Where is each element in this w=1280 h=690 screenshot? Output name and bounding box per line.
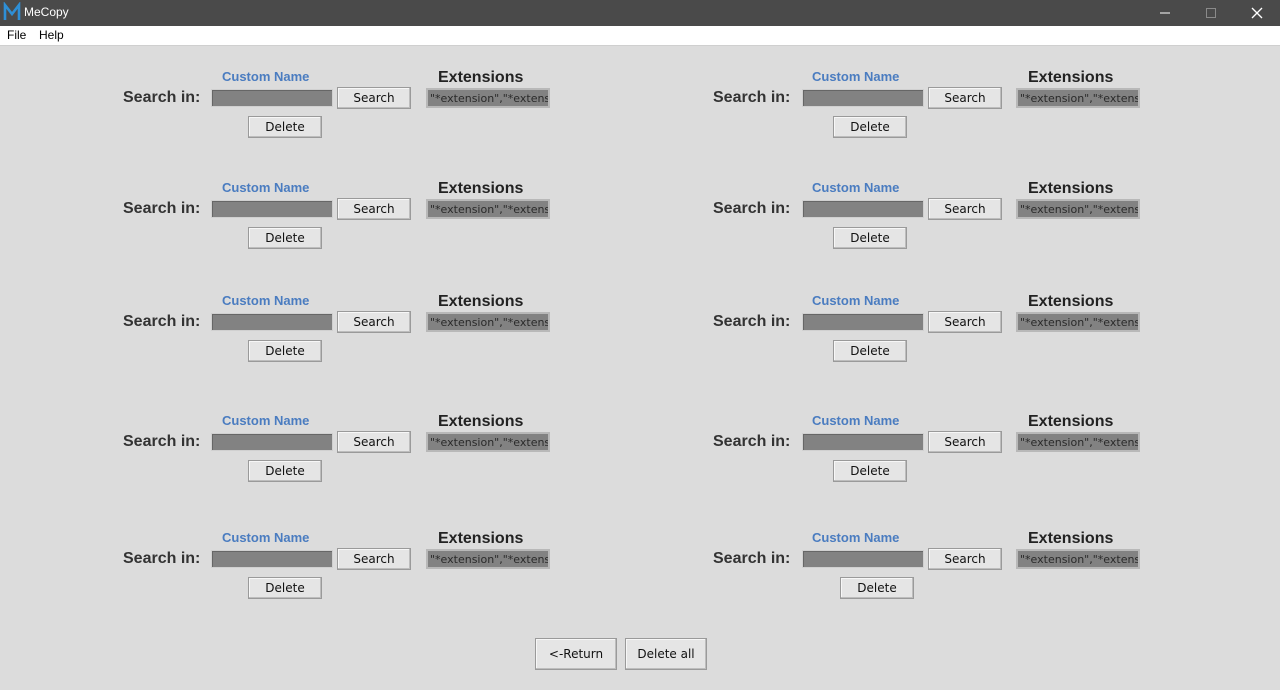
- custom-name-label[interactable]: Custom Name: [812, 413, 899, 428]
- delete-button[interactable]: Delete: [833, 460, 907, 482]
- extensions-input[interactable]: [426, 549, 550, 569]
- delete-button[interactable]: Delete: [248, 227, 322, 249]
- search-button[interactable]: Search: [337, 431, 411, 453]
- custom-name-label[interactable]: Custom Name: [812, 180, 899, 195]
- extensions-input[interactable]: [1016, 312, 1140, 332]
- search-path-input[interactable]: [211, 200, 333, 218]
- extensions-label: Extensions: [1028, 69, 1114, 86]
- window-title: MeCopy: [24, 5, 69, 19]
- extensions-input[interactable]: [426, 88, 550, 108]
- delete-button[interactable]: Delete: [833, 227, 907, 249]
- custom-name-label[interactable]: Custom Name: [812, 293, 899, 308]
- custom-name-label[interactable]: Custom Name: [812, 530, 899, 545]
- extensions-input[interactable]: [426, 432, 550, 452]
- search-path-input[interactable]: [211, 89, 333, 107]
- maximize-icon: [1206, 8, 1216, 18]
- search-button[interactable]: Search: [928, 87, 1002, 109]
- search-button[interactable]: Search: [337, 198, 411, 220]
- close-button[interactable]: [1234, 0, 1280, 26]
- search-button[interactable]: Search: [337, 548, 411, 570]
- delete-button[interactable]: Delete: [840, 577, 914, 599]
- search-in-label: Search in:: [713, 89, 791, 106]
- close-icon: [1251, 7, 1263, 19]
- search-in-label: Search in:: [713, 313, 791, 330]
- search-button[interactable]: Search: [337, 87, 411, 109]
- custom-name-label[interactable]: Custom Name: [222, 180, 309, 195]
- search-button[interactable]: Search: [337, 311, 411, 333]
- maximize-button[interactable]: [1188, 0, 1234, 26]
- search-path-input[interactable]: [211, 313, 333, 331]
- extensions-label: Extensions: [1028, 413, 1114, 430]
- search-path-input[interactable]: [802, 313, 924, 331]
- search-in-label: Search in:: [123, 313, 201, 330]
- minimize-icon: [1160, 12, 1170, 14]
- search-button[interactable]: Search: [928, 548, 1002, 570]
- custom-name-label[interactable]: Custom Name: [812, 69, 899, 84]
- search-button[interactable]: Search: [928, 198, 1002, 220]
- extensions-input[interactable]: [426, 312, 550, 332]
- return-button[interactable]: <-Return: [535, 638, 617, 670]
- search-in-label: Search in:: [123, 433, 201, 450]
- menu-bar: File Help: [0, 26, 1280, 46]
- extensions-label: Extensions: [438, 413, 524, 430]
- extensions-label: Extensions: [438, 293, 524, 310]
- search-in-label: Search in:: [713, 200, 791, 217]
- menu-file[interactable]: File: [7, 28, 26, 42]
- search-path-input[interactable]: [211, 433, 333, 451]
- extensions-label: Extensions: [1028, 293, 1114, 310]
- delete-button[interactable]: Delete: [833, 340, 907, 362]
- mecopy-logo-icon: [3, 2, 21, 20]
- extensions-label: Extensions: [438, 69, 524, 86]
- search-button[interactable]: Search: [928, 431, 1002, 453]
- search-path-input[interactable]: [802, 200, 924, 218]
- extensions-label: Extensions: [1028, 180, 1114, 197]
- extensions-input[interactable]: [1016, 549, 1140, 569]
- custom-name-label[interactable]: Custom Name: [222, 69, 309, 84]
- extensions-input[interactable]: [1016, 199, 1140, 219]
- custom-name-label[interactable]: Custom Name: [222, 293, 309, 308]
- search-in-label: Search in:: [713, 550, 791, 567]
- search-in-label: Search in:: [713, 433, 791, 450]
- search-in-label: Search in:: [123, 89, 201, 106]
- extensions-label: Extensions: [1028, 530, 1114, 547]
- menu-help[interactable]: Help: [39, 28, 64, 42]
- custom-name-label[interactable]: Custom Name: [222, 530, 309, 545]
- extensions-label: Extensions: [438, 530, 524, 547]
- search-path-input[interactable]: [802, 550, 924, 568]
- delete-button[interactable]: Delete: [248, 577, 322, 599]
- search-path-input[interactable]: [211, 550, 333, 568]
- extensions-input[interactable]: [1016, 432, 1140, 452]
- extensions-input[interactable]: [1016, 88, 1140, 108]
- search-button[interactable]: Search: [928, 311, 1002, 333]
- search-path-input[interactable]: [802, 433, 924, 451]
- custom-name-label[interactable]: Custom Name: [222, 413, 309, 428]
- minimize-button[interactable]: [1142, 0, 1188, 26]
- delete-button[interactable]: Delete: [833, 116, 907, 138]
- title-bar: MeCopy: [0, 0, 1280, 26]
- extensions-input[interactable]: [426, 199, 550, 219]
- search-path-input[interactable]: [802, 89, 924, 107]
- delete-all-button[interactable]: Delete all: [625, 638, 707, 670]
- delete-button[interactable]: Delete: [248, 116, 322, 138]
- extensions-label: Extensions: [438, 180, 524, 197]
- search-in-label: Search in:: [123, 200, 201, 217]
- delete-button[interactable]: Delete: [248, 340, 322, 362]
- search-in-label: Search in:: [123, 550, 201, 567]
- delete-button[interactable]: Delete: [248, 460, 322, 482]
